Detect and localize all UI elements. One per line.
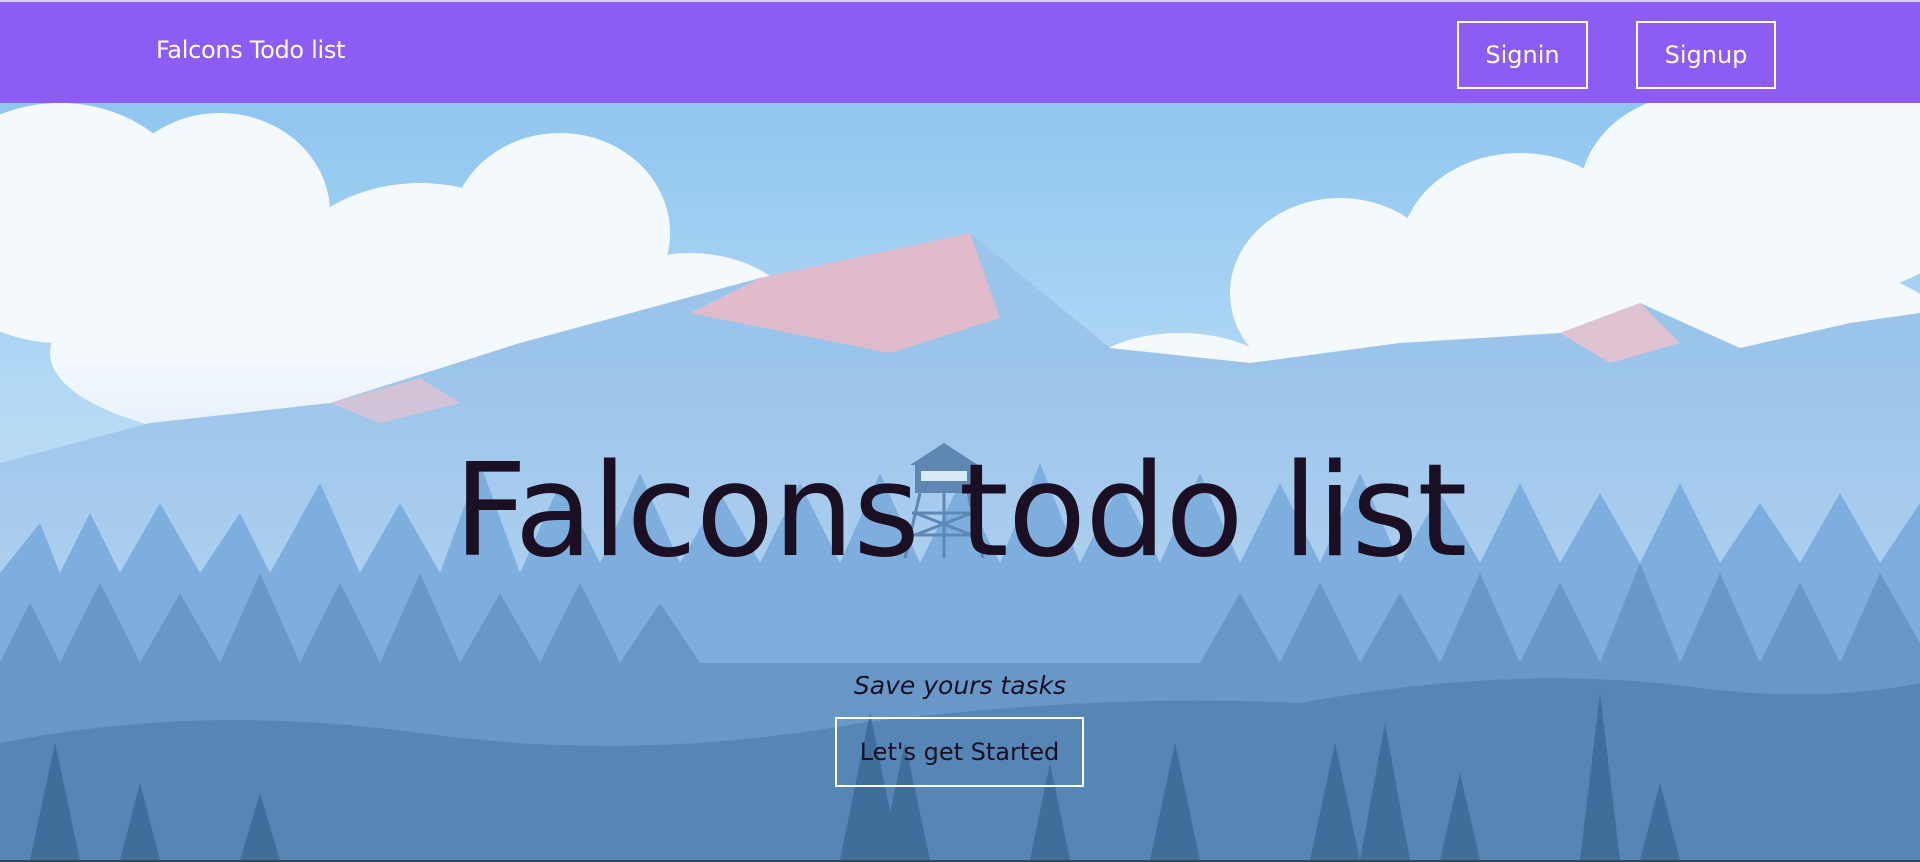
hero-subtitle: Save yours tasks xyxy=(853,671,1067,700)
hero-title: Falcons todo list xyxy=(453,437,1468,586)
get-started-button[interactable]: Let's get Started xyxy=(835,717,1084,787)
brand-link[interactable]: Falcons Todo list xyxy=(156,36,345,64)
top-navbar: Falcons Todo list Signin Signup xyxy=(0,0,1920,103)
signup-button[interactable]: Signup xyxy=(1636,21,1776,89)
signin-button[interactable]: Signin xyxy=(1457,21,1588,89)
hero-section: Falcons todo list Save yours tasks Let's… xyxy=(0,103,1920,860)
